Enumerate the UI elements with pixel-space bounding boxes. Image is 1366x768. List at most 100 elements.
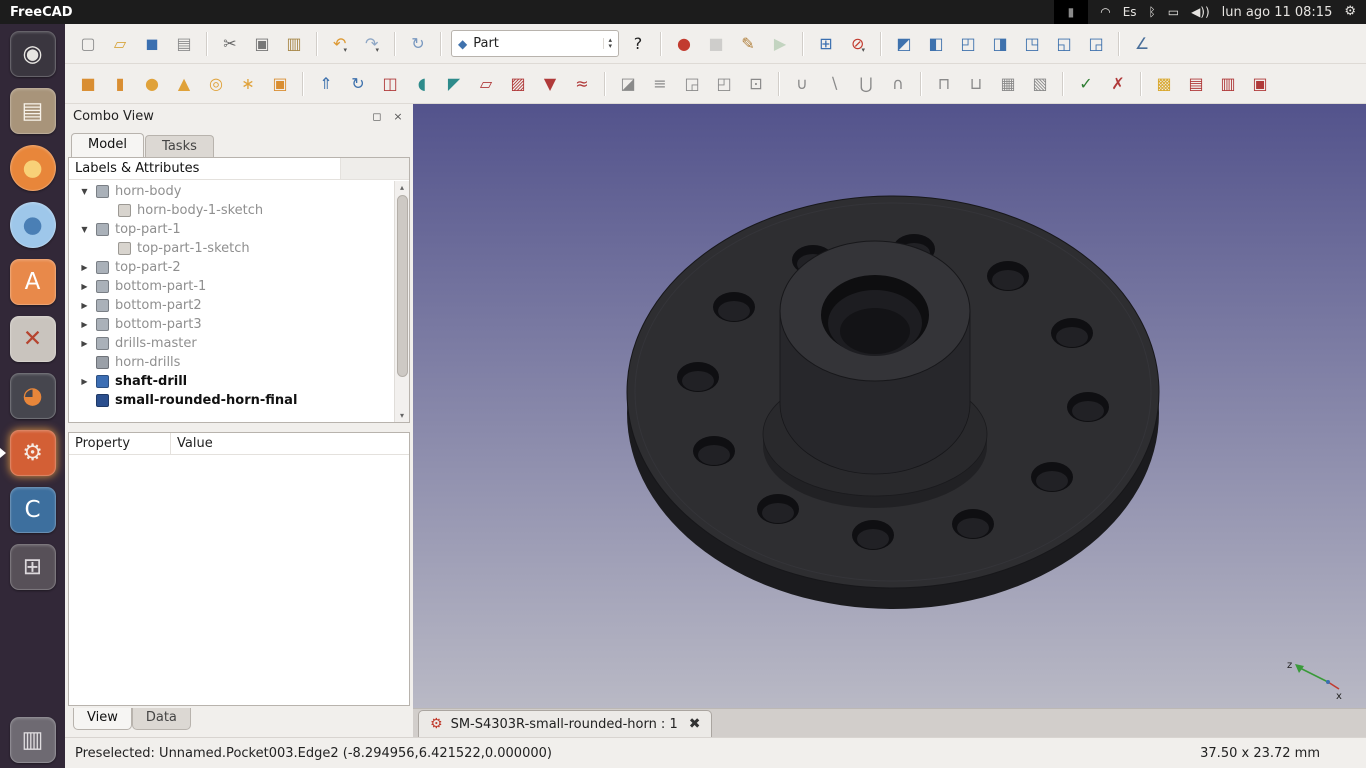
- spin-down-icon[interactable]: ▾: [608, 44, 612, 50]
- explode-compound-button[interactable]: ▧: [1027, 71, 1053, 97]
- clock-label[interactable]: lun ago 11 08:15: [1222, 5, 1333, 20]
- undo-button[interactable]: ↶▾: [327, 31, 353, 57]
- launcher-item-ubuntu-software[interactable]: A: [0, 259, 65, 305]
- revolve-button[interactable]: ↻: [345, 71, 371, 97]
- float-panel-icon[interactable]: ◻: [370, 110, 384, 123]
- make-compound-button[interactable]: ▦: [995, 71, 1021, 97]
- launcher-item-freecad[interactable]: ⚙: [0, 430, 65, 476]
- launcher-item-system-settings[interactable]: ✕: [0, 316, 65, 362]
- chamfer-button[interactable]: ◤: [441, 71, 467, 97]
- expand-arrow-icon[interactable]: ▶: [79, 339, 90, 348]
- loft-button[interactable]: ▼: [537, 71, 563, 97]
- keyboard-layout-icon[interactable]: Es: [1123, 0, 1137, 24]
- tree-item[interactable]: ▶drills-master: [69, 334, 409, 353]
- thickness-button[interactable]: ⊡: [743, 71, 769, 97]
- ruled-surface-button[interactable]: ▨: [505, 71, 531, 97]
- sphere-button[interactable]: ●: [139, 71, 165, 97]
- draw-style-button[interactable]: ⊘▾: [845, 31, 871, 57]
- view-isometric-button[interactable]: ◩: [891, 31, 917, 57]
- macro-edit-button[interactable]: ✎: [735, 31, 761, 57]
- value-column-header[interactable]: Value: [171, 433, 409, 454]
- collapse-arrow-icon[interactable]: ▼: [79, 225, 90, 234]
- expand-arrow-icon[interactable]: ▶: [79, 263, 90, 272]
- offset-2d-button[interactable]: ◰: [711, 71, 737, 97]
- section-button[interactable]: ◪: [615, 71, 641, 97]
- slice-apart-button[interactable]: ▤: [1183, 71, 1209, 97]
- workbench-selector[interactable]: ◆Part▴▾: [451, 30, 619, 57]
- new-document-button[interactable]: ▢: [75, 31, 101, 57]
- tab-data[interactable]: Data: [132, 708, 191, 730]
- view-left-button[interactable]: ◲: [1083, 31, 1109, 57]
- close-panel-icon[interactable]: ×: [391, 110, 405, 123]
- torus-button[interactable]: ◎: [203, 71, 229, 97]
- workbench-spin-buttons[interactable]: ▴▾: [603, 38, 612, 50]
- scroll-thumb[interactable]: [397, 195, 408, 377]
- boolean-union-button[interactable]: ⋃: [853, 71, 879, 97]
- view-right-button[interactable]: ◨: [987, 31, 1013, 57]
- boolean-fragments-button[interactable]: ▩: [1151, 71, 1177, 97]
- boolean-button[interactable]: ∪: [789, 71, 815, 97]
- boolean-intersection-button[interactable]: ∩: [885, 71, 911, 97]
- print-button[interactable]: ▤: [171, 31, 197, 57]
- 3d-view[interactable]: x z: [413, 104, 1366, 708]
- launcher-item-firefox[interactable]: ●: [0, 145, 65, 191]
- tab-view[interactable]: View: [73, 708, 132, 730]
- shape-builder-button[interactable]: ▣: [267, 71, 293, 97]
- join-embed-button[interactable]: ⊔: [963, 71, 989, 97]
- tree-item[interactable]: ▶bottom-part2: [69, 296, 409, 315]
- view-top-button[interactable]: ◰: [955, 31, 981, 57]
- mirror-button[interactable]: ◫: [377, 71, 403, 97]
- tree-item[interactable]: horn-drills: [69, 353, 409, 372]
- cut-button[interactable]: ✂: [217, 31, 243, 57]
- document-tab[interactable]: ⚙ SM-S4303R-small-rounded-horn : 1 ✖: [418, 710, 712, 737]
- launcher-item-dash-home[interactable]: ◉: [0, 31, 65, 77]
- paste-button[interactable]: ▥: [281, 31, 307, 57]
- cross-sections-button[interactable]: ≡: [647, 71, 673, 97]
- tree-scrollbar[interactable]: ▴ ▾: [394, 181, 409, 422]
- volume-icon[interactable]: ◀)): [1191, 0, 1210, 24]
- network-wifi-icon[interactable]: ◠: [1100, 0, 1110, 24]
- check-geometry-button[interactable]: ✓: [1073, 71, 1099, 97]
- session-menu-icon[interactable]: ⚙: [1344, 0, 1356, 24]
- defeaturing-button[interactable]: ✗: [1105, 71, 1131, 97]
- offset-3d-button[interactable]: ◲: [679, 71, 705, 97]
- view-bottom-button[interactable]: ◱: [1051, 31, 1077, 57]
- tab-tasks[interactable]: Tasks: [145, 135, 214, 157]
- boolean-cut-button[interactable]: ∖: [821, 71, 847, 97]
- battery-icon[interactable]: ▭: [1168, 0, 1179, 24]
- slice-button[interactable]: ▥: [1215, 71, 1241, 97]
- launcher-item-trash[interactable]: ▥: [0, 717, 65, 763]
- property-column-header[interactable]: Property: [69, 433, 171, 454]
- zoom-box-button[interactable]: ⊞: [813, 31, 839, 57]
- part-model[interactable]: [413, 104, 1366, 708]
- launcher-item-blender[interactable]: ◕: [0, 373, 65, 419]
- expand-arrow-icon[interactable]: ▶: [79, 301, 90, 310]
- copy-button[interactable]: ▣: [249, 31, 275, 57]
- tree-item[interactable]: ▶bottom-part-1: [69, 277, 409, 296]
- cylinder-button[interactable]: ▮: [107, 71, 133, 97]
- boolean-xor-button[interactable]: ▣: [1247, 71, 1273, 97]
- expand-arrow-icon[interactable]: ▶: [79, 282, 90, 291]
- refresh-button[interactable]: ↻: [405, 31, 431, 57]
- scroll-up-icon[interactable]: ▴: [400, 181, 404, 194]
- tree-item[interactable]: ▶top-part-2: [69, 258, 409, 277]
- close-document-icon[interactable]: ✖: [689, 716, 701, 732]
- tree-item[interactable]: ▼top-part-1: [69, 220, 409, 239]
- tree-item[interactable]: horn-body-1-sketch: [69, 201, 409, 220]
- open-document-button[interactable]: ▱: [107, 31, 133, 57]
- scroll-down-icon[interactable]: ▾: [400, 409, 404, 422]
- view-front-button[interactable]: ◧: [923, 31, 949, 57]
- make-face-button[interactable]: ▱: [473, 71, 499, 97]
- whats-this-button[interactable]: ?: [625, 31, 651, 57]
- fillet-button[interactable]: ◖: [409, 71, 435, 97]
- sweep-button[interactable]: ≈: [569, 71, 595, 97]
- collapse-arrow-icon[interactable]: ▼: [79, 187, 90, 196]
- macro-record-button[interactable]: ●: [671, 31, 697, 57]
- launcher-item-files[interactable]: ▤: [0, 88, 65, 134]
- join-connect-button[interactable]: ⊓: [931, 71, 957, 97]
- redo-button[interactable]: ↷▾: [359, 31, 385, 57]
- tree-item[interactable]: ▶shaft-drill: [69, 372, 409, 391]
- create-primitives-button[interactable]: ∗: [235, 71, 261, 97]
- extrude-button[interactable]: ⇑: [313, 71, 339, 97]
- launcher-item-workspace-switcher[interactable]: ⊞: [0, 544, 65, 590]
